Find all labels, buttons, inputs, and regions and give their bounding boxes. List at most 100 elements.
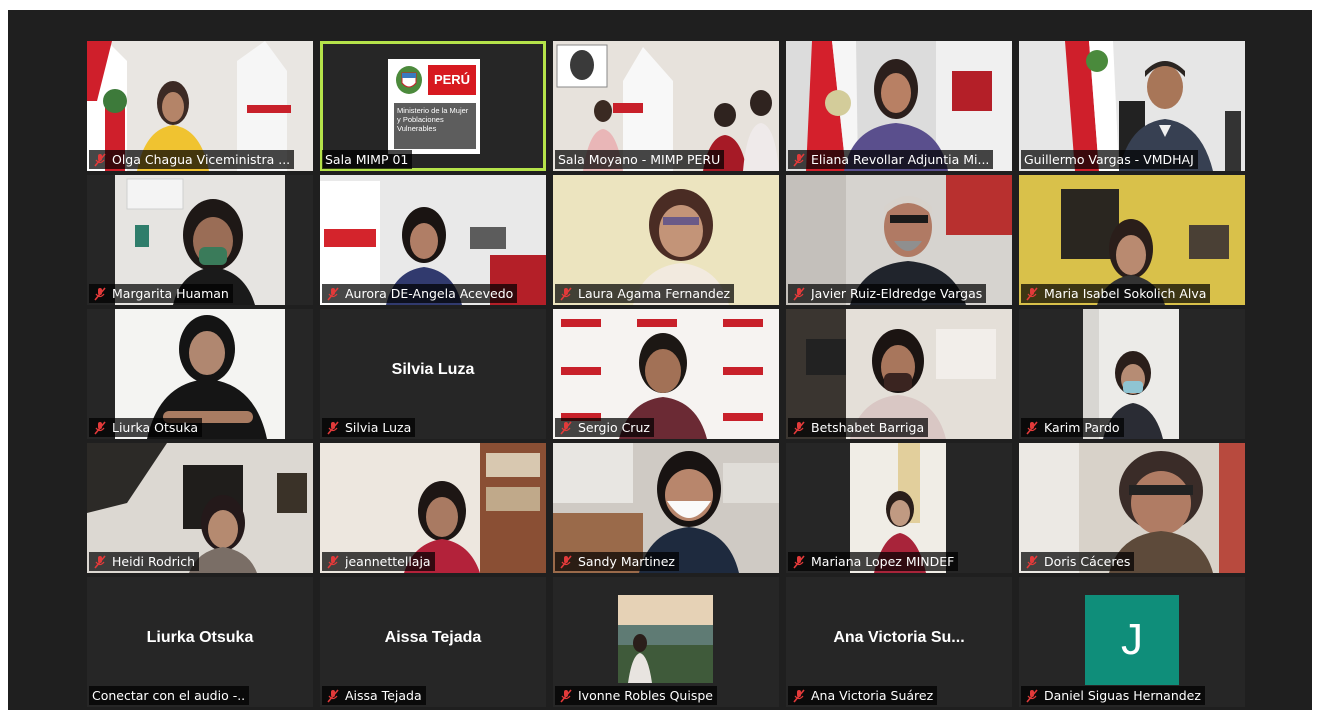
- participant-name: Ana Victoria Suárez: [811, 688, 934, 703]
- participant-name: Sandy Martinez: [578, 554, 675, 569]
- participant-name: Karim Pardo: [1044, 420, 1120, 435]
- participant-name: jeannettellaja: [345, 554, 431, 569]
- participant-name: Mariana Lopez MINDEF: [811, 554, 955, 569]
- participant-tile-liurka-otsuka[interactable]: Liurka Otsuka: [87, 309, 313, 439]
- muted-mic-icon: [793, 554, 805, 569]
- participant-tile-guillermo-vargas[interactable]: Guillermo Vargas - VMDHAJ: [1019, 41, 1245, 171]
- participant-tile-betshabet-barriga[interactable]: Betshabet Barriga: [786, 309, 1012, 439]
- participant-tile-javier-ruiz-eldredge[interactable]: Javier Ruiz-Eldredge Vargas: [786, 175, 1012, 305]
- participant-name: Betshabet Barriga: [811, 420, 925, 435]
- participant-nametag: Margarita Huaman: [89, 284, 233, 303]
- participant-tile-margarita-huaman[interactable]: Margarita Huaman: [87, 175, 313, 305]
- participant-tile-liurka-otsuka-audio[interactable]: Liurka Otsuka Conectar con el audio -..: [87, 577, 313, 707]
- participant-nametag: Laura Agama Fernandez: [555, 284, 735, 303]
- participant-name: Laura Agama Fernandez: [578, 286, 731, 301]
- participant-tile-sergio-cruz[interactable]: Sergio Cruz: [553, 309, 779, 439]
- participant-name: Heidi Rodrich: [112, 554, 196, 569]
- participant-tile-ivonne-robles[interactable]: Ivonne Robles Quispe: [553, 577, 779, 707]
- participant-nametag: Olga Chagua Viceministra ...: [89, 150, 295, 169]
- gallery-grid: Olga Chagua Viceministra ... PERÚ Minist…: [87, 41, 1245, 707]
- participant-name: Javier Ruiz-Eldredge Vargas: [811, 286, 983, 301]
- participant-nametag: Karim Pardo: [1021, 418, 1124, 437]
- participant-nametag: Javier Ruiz-Eldredge Vargas: [788, 284, 987, 303]
- participant-tile-maria-isabel-sokolich[interactable]: Maria Isabel Sokolich Alva: [1019, 175, 1245, 305]
- muted-mic-icon: [327, 554, 339, 569]
- participant-tile-olga-chagua[interactable]: Olga Chagua Viceministra ...: [87, 41, 313, 171]
- muted-mic-icon: [793, 420, 805, 435]
- participant-nametag: Ivonne Robles Quispe: [555, 686, 717, 705]
- participant-nametag: Maria Isabel Sokolich Alva: [1021, 284, 1211, 303]
- muted-mic-icon: [94, 152, 106, 167]
- participant-nametag: Sandy Martinez: [555, 552, 679, 571]
- video-off-name: Ana Victoria Su...: [833, 629, 965, 646]
- mimp-logo: PERÚ Ministerio de la Mujer y Poblacione…: [388, 59, 480, 154]
- participant-nametag: jeannettellaja: [322, 552, 435, 571]
- muted-mic-icon: [1026, 688, 1038, 703]
- participant-tile-daniel-siguas[interactable]: J Daniel Siguas Hernandez: [1019, 577, 1245, 707]
- participant-tile-sala-moyano[interactable]: Sala Moyano - MIMP PERU: [553, 41, 779, 171]
- participant-tile-ana-victoria-suarez[interactable]: Ana Victoria Su... Ana Victoria Suárez: [786, 577, 1012, 707]
- participant-nametag: Sala MIMP 01: [322, 150, 413, 169]
- muted-mic-icon: [1026, 420, 1038, 435]
- participant-name: Daniel Siguas Hernandez: [1044, 688, 1201, 703]
- video-off-name: Aissa Tejada: [384, 629, 482, 646]
- participant-tile-sandy-martinez[interactable]: Sandy Martinez: [553, 443, 779, 573]
- participant-name: Sergio Cruz: [578, 420, 650, 435]
- participant-name: Eliana Revollar Adjuntia Mi...: [811, 152, 990, 167]
- participant-name: Aissa Tejada: [345, 688, 422, 703]
- meeting-window: Olga Chagua Viceministra ... PERÚ Minist…: [8, 10, 1312, 710]
- muted-mic-icon: [560, 286, 572, 301]
- muted-mic-icon: [327, 286, 339, 301]
- participant-name: Sala Moyano - MIMP PERU: [558, 152, 721, 167]
- participant-name: Sala MIMP 01: [325, 152, 409, 167]
- participant-nametag: Liurka Otsuka: [89, 418, 203, 437]
- participant-name: Silvia Luza: [345, 420, 412, 435]
- participant-nametag: Sergio Cruz: [555, 418, 654, 437]
- participant-name: Olga Chagua Viceministra ...: [112, 152, 291, 167]
- participant-tile-eliana-revollar[interactable]: Eliana Revollar Adjuntia Mi...: [786, 41, 1012, 171]
- participant-tile-jeannettellaja[interactable]: jeannettellaja: [320, 443, 546, 573]
- participant-nametag: Doris Cáceres: [1021, 552, 1135, 571]
- avatar: J: [1085, 595, 1179, 685]
- muted-mic-icon: [94, 286, 106, 301]
- muted-mic-icon: [94, 420, 106, 435]
- muted-mic-icon: [1026, 554, 1038, 569]
- participant-tile-aurora-de-angela[interactable]: Aurora DE-Angela Acevedo: [320, 175, 546, 305]
- participant-name: Margarita Huaman: [112, 286, 229, 301]
- muted-mic-icon: [793, 286, 805, 301]
- muted-mic-icon: [560, 688, 572, 703]
- participant-nametag: Mariana Lopez MINDEF: [788, 552, 959, 571]
- participant-tile-silvia-luza[interactable]: Silvia Luza Silvia Luza: [320, 309, 546, 439]
- participant-tile-heidi-rodrich[interactable]: Heidi Rodrich: [87, 443, 313, 573]
- participant-name: Guillermo Vargas - VMDHAJ: [1024, 152, 1194, 167]
- participant-name: Maria Isabel Sokolich Alva: [1044, 286, 1207, 301]
- participant-nametag: Sala Moyano - MIMP PERU: [555, 150, 725, 169]
- participant-tile-aissa-tejada[interactable]: Aissa Tejada Aissa Tejada: [320, 577, 546, 707]
- peru-label: PERÚ: [428, 65, 476, 95]
- muted-mic-icon: [793, 688, 805, 703]
- participant-nametag: Daniel Siguas Hernandez: [1021, 686, 1205, 705]
- coat-of-arms-icon: [396, 66, 422, 94]
- participant-tile-laura-agama[interactable]: Laura Agama Fernandez: [553, 175, 779, 305]
- participant-tile-sala-mimp-01[interactable]: PERÚ Ministerio de la Mujer y Poblacione…: [320, 41, 546, 171]
- video-off-name: Silvia Luza: [391, 361, 475, 378]
- participant-name: Aurora DE-Angela Acevedo: [345, 286, 514, 301]
- muted-mic-icon: [94, 554, 106, 569]
- participant-nametag: Silvia Luza: [322, 418, 416, 437]
- participant-nametag: Betshabet Barriga: [788, 418, 929, 437]
- participant-nametag: Aurora DE-Angela Acevedo: [322, 284, 518, 303]
- participant-tile-mariana-lopez[interactable]: Mariana Lopez MINDEF: [786, 443, 1012, 573]
- participant-name: Conectar con el audio -..: [92, 688, 246, 703]
- participant-nametag: Eliana Revollar Adjuntia Mi...: [788, 150, 994, 169]
- participant-tile-karim-pardo[interactable]: Karim Pardo: [1019, 309, 1245, 439]
- muted-mic-icon: [327, 688, 339, 703]
- muted-mic-icon: [560, 420, 572, 435]
- participant-nametag: Aissa Tejada: [322, 686, 426, 705]
- participant-name: Doris Cáceres: [1044, 554, 1131, 569]
- participant-tile-doris-caceres[interactable]: Doris Cáceres: [1019, 443, 1245, 573]
- participant-name: Liurka Otsuka: [112, 420, 199, 435]
- muted-mic-icon: [793, 152, 805, 167]
- muted-mic-icon: [327, 420, 339, 435]
- participant-name: Ivonne Robles Quispe: [578, 688, 713, 703]
- muted-mic-icon: [1026, 286, 1038, 301]
